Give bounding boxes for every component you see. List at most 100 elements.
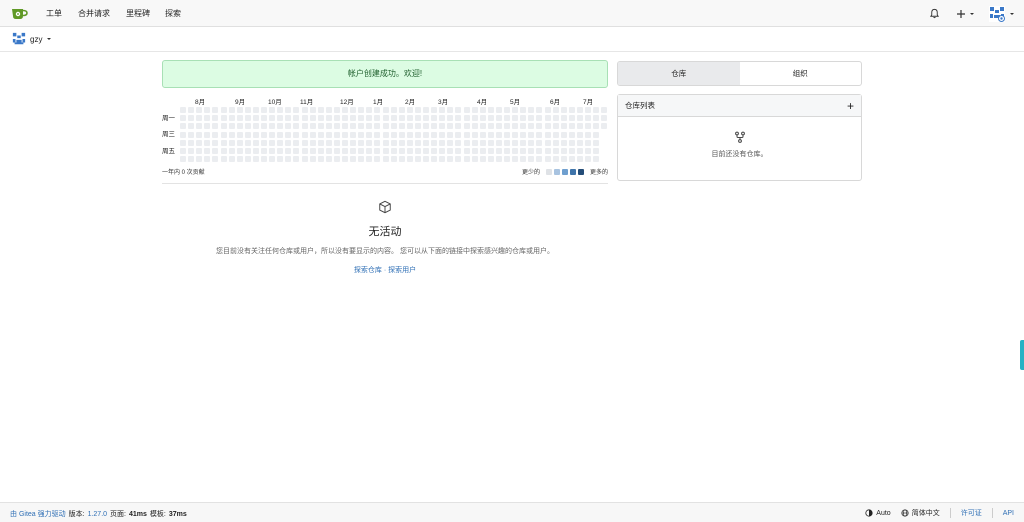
heatmap-day-cell[interactable] [593,156,600,163]
heatmap-day-cell[interactable] [342,148,348,154]
heatmap-day-cell[interactable] [552,148,559,154]
heatmap-day-cell[interactable] [261,156,267,163]
heatmap-day-cell[interactable] [220,148,227,154]
heatmap-day-cell[interactable] [544,123,551,130]
heatmap-day-cell[interactable] [568,148,575,154]
heatmap-day-cell[interactable] [366,115,373,122]
heatmap-day-cell[interactable] [228,107,235,113]
heatmap-day-cell[interactable] [342,107,348,113]
heatmap-day-cell[interactable] [358,139,365,146]
heatmap-day-cell[interactable] [528,115,535,122]
heatmap-day-cell[interactable] [439,139,446,146]
heatmap-day-cell[interactable] [479,123,486,130]
heatmap-day-cell[interactable] [552,131,559,138]
heatmap-day-cell[interactable] [374,123,381,130]
theme-switcher[interactable]: Auto [865,509,891,517]
heatmap-day-cell[interactable] [536,139,543,146]
heatmap-day-cell[interactable] [212,107,219,113]
heatmap-day-cell[interactable] [390,131,397,138]
heatmap-day-cell[interactable] [350,131,357,138]
heatmap-day-cell[interactable] [366,148,373,154]
heatmap-day-cell[interactable] [544,107,551,113]
heatmap-day-cell[interactable] [447,123,454,130]
heatmap-day-cell[interactable] [309,131,316,138]
heatmap-day-cell[interactable] [431,131,438,138]
explore-users-link[interactable]: 探索用户 [388,267,416,274]
heatmap-day-cell[interactable] [520,107,527,113]
explore-repos-link[interactable]: 探索仓库 [354,267,382,274]
heatmap-day-cell[interactable] [576,107,583,113]
heatmap-day-cell[interactable] [528,139,535,146]
language-switcher[interactable]: 简体中文 [901,508,940,518]
heatmap-day-cell[interactable] [236,139,243,146]
heatmap-day-cell[interactable] [374,115,381,122]
heatmap-day-cell[interactable] [560,107,567,113]
heatmap-day-cell[interactable] [333,115,340,122]
heatmap-day-cell[interactable] [536,131,543,138]
heatmap-day-cell[interactable] [350,156,357,163]
heatmap-day-cell[interactable] [560,156,567,163]
user-menu-button[interactable] [989,0,1015,27]
heatmap-day-cell[interactable] [269,123,276,130]
heatmap-day-cell[interactable] [261,131,267,138]
heatmap-day-cell[interactable] [585,107,591,113]
heatmap-day-cell[interactable] [228,115,235,122]
heatmap-day-cell[interactable] [285,139,292,146]
heatmap-day-cell[interactable] [366,139,373,146]
heatmap-day-cell[interactable] [358,148,365,154]
heatmap-day-cell[interactable] [560,139,567,146]
tab-orgs[interactable]: 组织 [740,62,862,85]
heatmap-day-cell[interactable] [317,148,324,154]
heatmap-day-cell[interactable] [560,148,567,154]
heatmap-day-cell[interactable] [342,139,348,146]
heatmap-day-cell[interactable] [317,115,324,122]
heatmap-day-cell[interactable] [374,148,381,154]
heatmap-day-cell[interactable] [585,115,591,122]
heatmap-day-cell[interactable] [220,123,227,130]
heatmap-day-cell[interactable] [487,115,494,122]
heatmap-day-cell[interactable] [261,139,267,146]
heatmap-day-cell[interactable] [431,123,438,130]
heatmap-day-cell[interactable] [342,123,348,130]
heatmap-day-cell[interactable] [236,148,243,154]
heatmap-day-cell[interactable] [188,148,195,154]
heatmap-day-cell[interactable] [212,123,219,130]
heatmap-day-cell[interactable] [269,107,276,113]
heatmap-day-cell[interactable] [471,131,478,138]
heatmap-day-cell[interactable] [568,123,575,130]
heatmap-day-cell[interactable] [479,131,486,138]
heatmap-day-cell[interactable] [447,156,454,163]
heatmap-day-cell[interactable] [552,139,559,146]
heatmap-day-cell[interactable] [536,115,543,122]
heatmap-day-cell[interactable] [269,115,276,122]
heatmap-day-cell[interactable] [269,131,276,138]
heatmap-day-cell[interactable] [236,123,243,130]
heatmap-day-cell[interactable] [568,107,575,113]
heatmap-day-cell[interactable] [285,123,292,130]
heatmap-day-cell[interactable] [309,123,316,130]
heatmap-day-cell[interactable] [471,156,478,163]
heatmap-day-cell[interactable] [552,115,559,122]
heatmap-day-cell[interactable] [350,123,357,130]
heatmap-day-cell[interactable] [196,115,203,122]
heatmap-day-cell[interactable] [220,156,227,163]
heatmap-day-cell[interactable] [236,107,243,113]
heatmap-day-cell[interactable] [585,148,591,154]
heatmap-day-cell[interactable] [576,156,583,163]
heatmap-day-cell[interactable] [406,131,413,138]
heatmap-day-cell[interactable] [414,139,421,146]
heatmap-day-cell[interactable] [196,131,203,138]
heatmap-day-cell[interactable] [293,123,300,130]
heatmap-day-cell[interactable] [188,115,195,122]
heatmap-day-cell[interactable] [228,131,235,138]
heatmap-day-cell[interactable] [423,107,429,113]
heatmap-day-cell[interactable] [520,123,527,130]
heatmap-day-cell[interactable] [471,139,478,146]
heatmap-day-cell[interactable] [350,115,357,122]
heatmap-day-cell[interactable] [285,148,292,154]
heatmap-day-cell[interactable] [244,107,251,113]
gitea-logo-icon[interactable] [11,6,29,21]
heatmap-day-cell[interactable] [585,131,591,138]
heatmap-day-cell[interactable] [431,156,438,163]
heatmap-day-cell[interactable] [325,123,332,130]
